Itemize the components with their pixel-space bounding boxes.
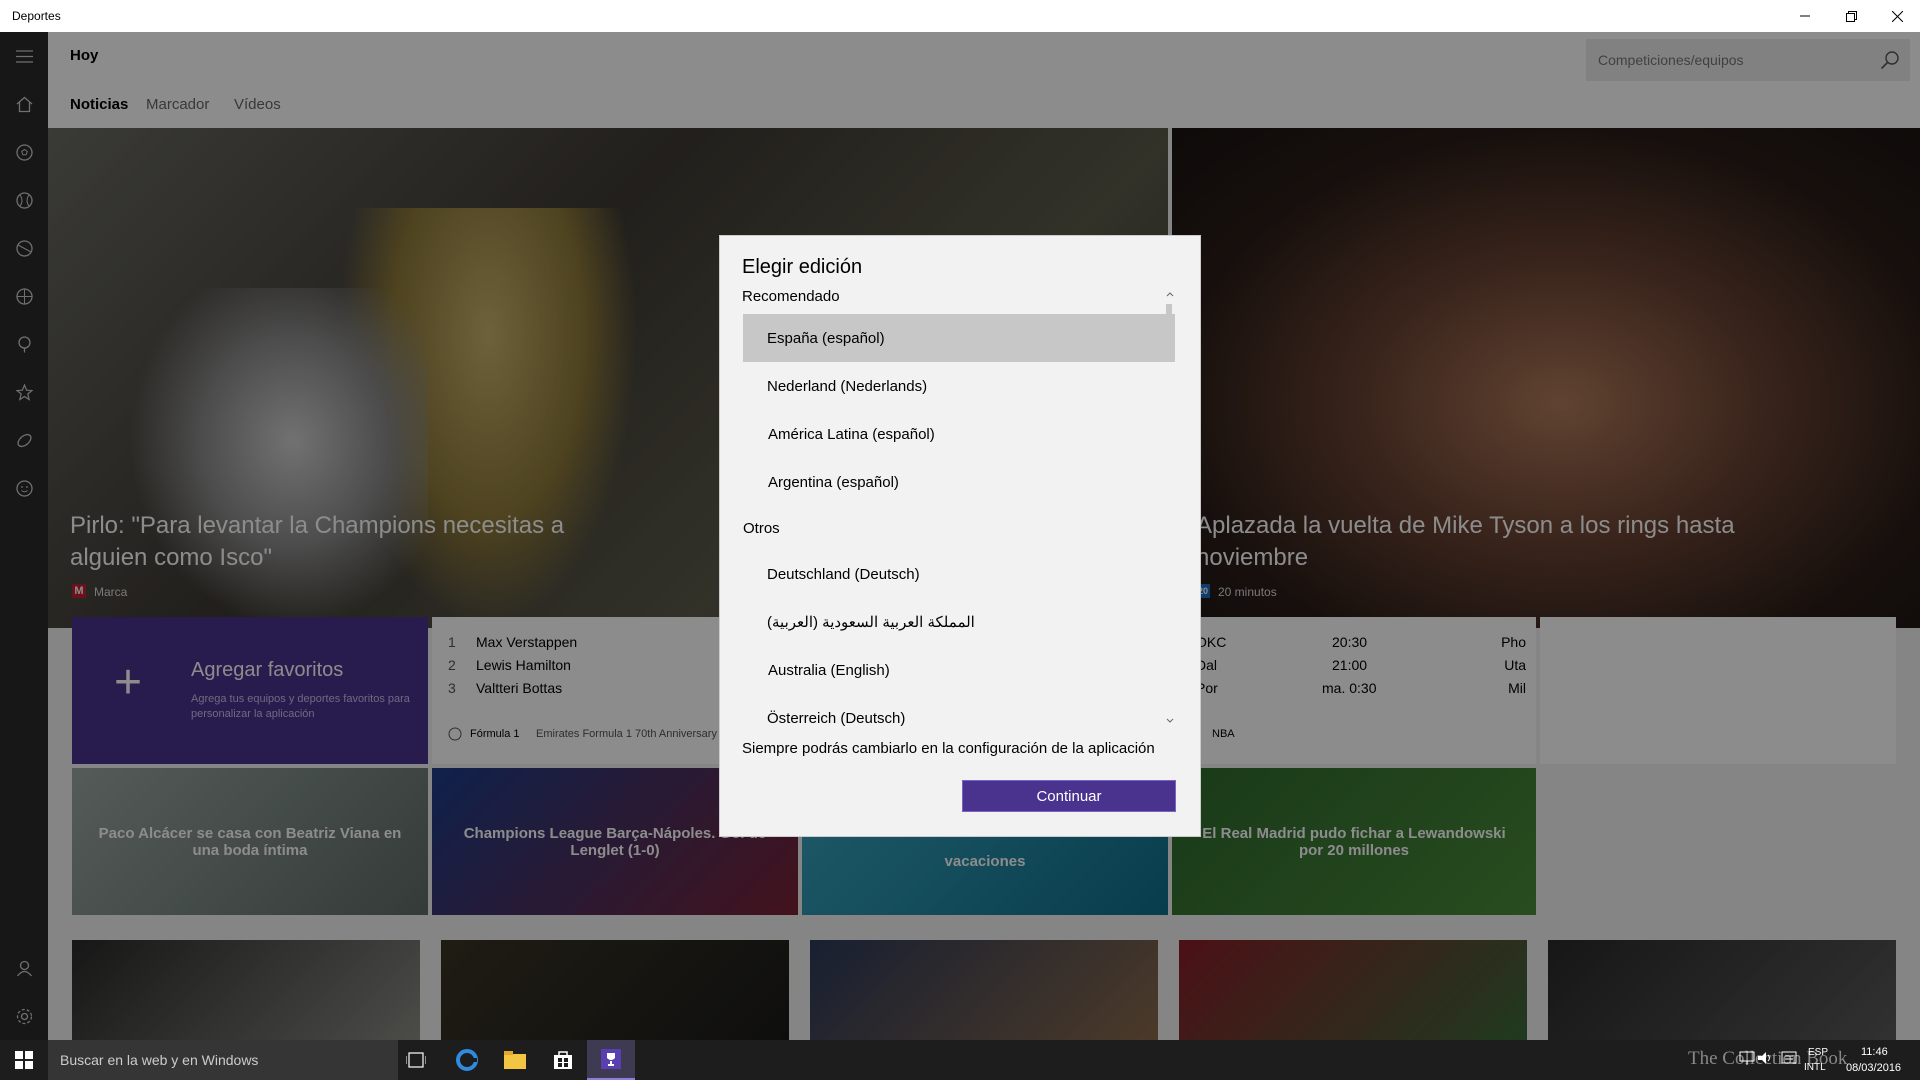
file-explorer-button[interactable] xyxy=(491,1040,539,1080)
task-view-button[interactable] xyxy=(392,1040,440,1080)
network-icon[interactable] xyxy=(1739,1050,1755,1071)
dialog-note: Siempre podrás cambiarlo en la configura… xyxy=(742,740,1155,757)
scrollbar-thumb[interactable] xyxy=(1166,304,1172,362)
dialog-title: Elegir edición xyxy=(742,256,863,278)
close-icon xyxy=(1891,10,1903,22)
window-title: Deportes xyxy=(12,9,61,23)
sports-app-button[interactable] xyxy=(587,1040,635,1080)
continue-button[interactable]: Continuar xyxy=(962,780,1176,812)
edition-option[interactable]: España (español) xyxy=(743,314,1175,362)
title-bar: Deportes xyxy=(0,0,1920,32)
minimize-button[interactable] xyxy=(1782,0,1828,32)
keyboard-layout[interactable]: INTL xyxy=(1804,1062,1826,1073)
edition-option[interactable]: América Latina (español) xyxy=(743,410,1175,458)
windows-icon xyxy=(15,1051,33,1069)
edge-button[interactable] xyxy=(443,1040,491,1080)
store-button[interactable] xyxy=(539,1040,587,1080)
folder-icon xyxy=(504,1051,526,1069)
store-icon xyxy=(554,1051,572,1069)
scroll-down-icon[interactable] xyxy=(1166,718,1174,724)
edition-dialog: Elegir edición Recomendado España (españ… xyxy=(720,236,1200,836)
restore-icon xyxy=(1845,10,1857,22)
minimize-icon xyxy=(1800,15,1810,17)
notification-button[interactable] xyxy=(1781,1050,1797,1071)
taskbar: Buscar en la web y en Windows The Collec… xyxy=(0,1040,1920,1080)
clock-date[interactable]: 08/03/2016 xyxy=(1846,1062,1901,1074)
recommended-header: Recomendado xyxy=(742,288,840,305)
volume-button[interactable] xyxy=(1757,1050,1773,1071)
edition-option[interactable]: Österreich (Deutsch) xyxy=(743,694,1175,742)
clock-time[interactable]: 11:46 xyxy=(1861,1046,1888,1058)
others-header: Otros xyxy=(743,520,780,537)
edition-option[interactable]: Argentina (español) xyxy=(743,458,1175,506)
notification-icon xyxy=(1781,1051,1797,1064)
volume-icon xyxy=(1758,1052,1770,1064)
trophy-icon xyxy=(601,1049,621,1069)
edition-option[interactable]: Australia (English) xyxy=(743,646,1175,694)
keyboard-language[interactable]: ESP xyxy=(1808,1047,1828,1058)
edition-option[interactable]: Nederland (Nederlands) xyxy=(743,362,1175,410)
close-button[interactable] xyxy=(1874,0,1920,32)
edition-option[interactable]: المملكة العربية السعودية (العربية) xyxy=(743,598,1175,646)
maximize-button[interactable] xyxy=(1828,0,1874,32)
start-button[interactable] xyxy=(0,1040,48,1080)
edition-option[interactable]: Deutschland (Deutsch) xyxy=(743,550,1175,598)
task-view-icon xyxy=(406,1052,426,1068)
network-icon xyxy=(1739,1051,1755,1065)
taskbar-search[interactable]: Buscar en la web y en Windows xyxy=(48,1040,398,1080)
edge-icon xyxy=(456,1049,478,1071)
scroll-up-icon[interactable] xyxy=(1166,291,1174,297)
taskbar-search-input[interactable]: Buscar en la web y en Windows xyxy=(60,1052,258,1068)
